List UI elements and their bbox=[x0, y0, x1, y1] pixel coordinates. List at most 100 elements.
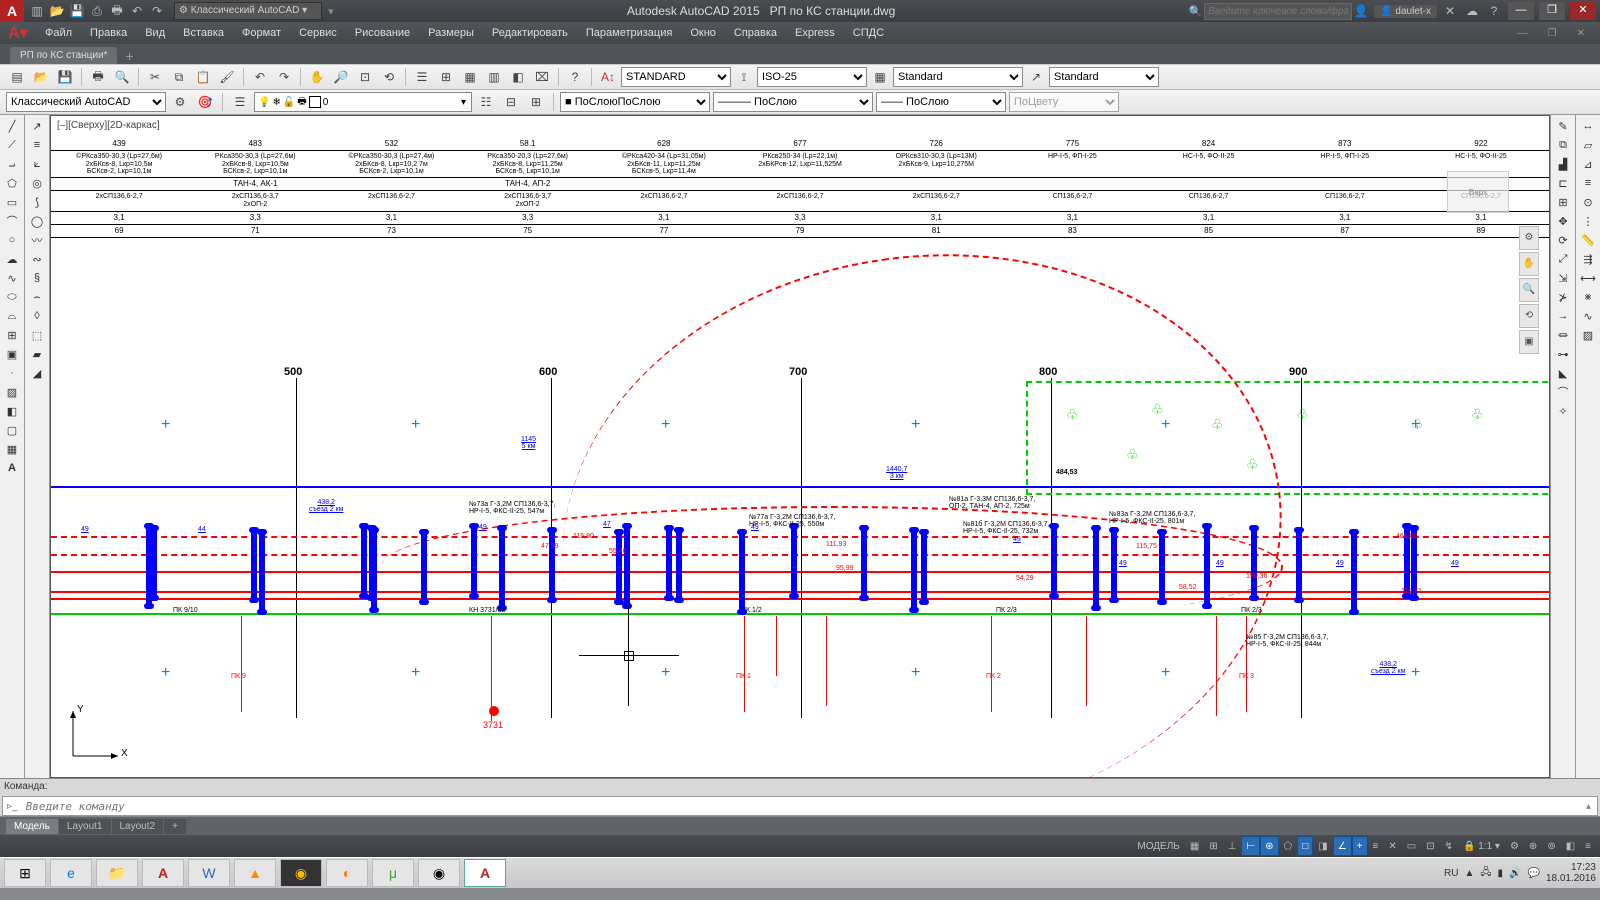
qat-plot-icon[interactable]: 🖶 bbox=[108, 2, 126, 20]
layer-iso-icon[interactable]: ⊟ bbox=[500, 91, 522, 113]
infer-icon[interactable]: ⊥ bbox=[1223, 836, 1242, 856]
layout-tab-1[interactable]: Layout1 bbox=[59, 819, 111, 834]
dimstyle-select[interactable]: ISO-25 bbox=[757, 67, 867, 87]
3dpoly-icon[interactable]: ⟀ bbox=[27, 155, 47, 173]
measure-icon[interactable]: 📏 bbox=[1578, 231, 1598, 249]
zoom-prev-icon[interactable]: ⟲ bbox=[378, 66, 400, 88]
cloud-icon[interactable]: ☁ bbox=[1463, 2, 1481, 20]
area-icon[interactable]: ▱ bbox=[1578, 136, 1598, 154]
point-icon[interactable]: · bbox=[2, 364, 22, 382]
helix-icon[interactable]: § bbox=[27, 269, 47, 287]
taskbar-app-icon[interactable]: ▲ bbox=[234, 859, 276, 887]
dimstyle-icon[interactable]: ⟟ bbox=[733, 66, 755, 88]
layer-select[interactable]: 💡 ❄ 🔓 🖶 0 ▾ bbox=[254, 92, 472, 112]
gradient-icon[interactable]: ◧ bbox=[2, 402, 22, 420]
join-icon[interactable]: ⊶ bbox=[1553, 345, 1573, 363]
zoom-rt-icon[interactable]: 🔎 bbox=[330, 66, 352, 88]
date[interactable]: 18.01.2016 bbox=[1546, 873, 1596, 884]
lwt-icon[interactable]: ≡ bbox=[1368, 836, 1384, 856]
hatchedit-icon[interactable]: ▨ bbox=[1578, 326, 1598, 344]
maximize-button[interactable]: ❐ bbox=[1539, 2, 1565, 20]
hw-icon[interactable]: ⊚ bbox=[1542, 836, 1560, 856]
layout-add-button[interactable]: + bbox=[164, 819, 186, 834]
massprop-icon[interactable]: ⊿ bbox=[1578, 155, 1598, 173]
region-icon[interactable]: ▢ bbox=[2, 421, 22, 439]
tpy-icon[interactable]: ✕ bbox=[1383, 836, 1401, 856]
new-icon[interactable]: ▤ bbox=[6, 66, 28, 88]
anno-scale[interactable]: 🔒 1:1 ▾ bbox=[1458, 836, 1505, 856]
cust-icon[interactable]: ≡ bbox=[1580, 836, 1596, 856]
arc-icon[interactable]: ⌒ bbox=[2, 212, 22, 230]
block-icon[interactable]: ▣ bbox=[2, 345, 22, 363]
preview-icon[interactable]: 🔍 bbox=[111, 66, 133, 88]
plotstyle-select[interactable]: ПоЦвету bbox=[1009, 92, 1119, 112]
textstyle-select[interactable]: STANDARD bbox=[621, 67, 731, 87]
tablestyle-icon[interactable]: ▦ bbox=[869, 66, 891, 88]
trim-icon[interactable]: ⊁ bbox=[1553, 288, 1573, 306]
doc-close-icon[interactable]: ✕ bbox=[1568, 28, 1594, 39]
new-tab-button[interactable]: + bbox=[119, 48, 139, 64]
mtext-icon[interactable]: A bbox=[2, 459, 22, 477]
pan-icon[interactable]: ✋ bbox=[306, 66, 328, 88]
qat-undo-icon[interactable]: ↶ bbox=[128, 2, 146, 20]
menu-draw[interactable]: Рисование bbox=[346, 27, 419, 39]
sc-icon[interactable]: ⊡ bbox=[1421, 836, 1439, 856]
nav-orbit-icon[interactable]: ⟲ bbox=[1519, 304, 1539, 328]
spline-icon[interactable]: ∿ bbox=[2, 269, 22, 287]
taskbar-utorrent-icon[interactable]: μ bbox=[372, 859, 414, 887]
taskbar-explorer-icon[interactable]: 📁 bbox=[96, 859, 138, 887]
ortho-icon[interactable]: ⊢ bbox=[1241, 836, 1260, 856]
pline-icon[interactable]: ⨼ bbox=[2, 155, 22, 173]
chamfer-icon[interactable]: ◣ bbox=[1553, 364, 1573, 382]
taskbar-app3-icon[interactable]: ◐ bbox=[326, 859, 368, 887]
align-icon[interactable]: ⇶ bbox=[1578, 250, 1598, 268]
rectangle-icon[interactable]: ▭ bbox=[2, 193, 22, 211]
solid-icon[interactable]: ▰ bbox=[27, 345, 47, 363]
help-toolbar-icon[interactable]: ? bbox=[564, 66, 586, 88]
id-icon[interactable]: ⊙ bbox=[1578, 193, 1598, 211]
toolpal-icon[interactable]: ▦ bbox=[459, 66, 481, 88]
3dosnap-icon[interactable]: ◨ bbox=[1313, 836, 1332, 856]
qat-redo-icon[interactable]: ↷ bbox=[148, 2, 166, 20]
menu-spds[interactable]: СПДС bbox=[844, 27, 893, 39]
taskbar-acad-active-icon[interactable]: A bbox=[464, 859, 506, 887]
pedit-icon[interactable]: ⨳ bbox=[1578, 288, 1598, 306]
mleaderstyle-select[interactable]: Standard bbox=[1049, 67, 1159, 87]
scale-icon[interactable]: ⤢ bbox=[1553, 250, 1573, 268]
nav-showmotion-icon[interactable]: ▣ bbox=[1519, 330, 1539, 354]
user-badge[interactable]: 👤 daulet-x bbox=[1374, 5, 1437, 18]
fillet-icon[interactable]: ⌒ bbox=[1553, 383, 1573, 401]
drawing-canvas[interactable]: [–][Сверху][2D-каркас] 43948353258.16286… bbox=[50, 115, 1550, 778]
help-icon[interactable]: ? bbox=[1485, 2, 1503, 20]
doc-max-icon[interactable]: ❐ bbox=[1539, 28, 1566, 39]
tray-action-icon[interactable]: 💬 bbox=[1527, 868, 1539, 879]
menu-modify[interactable]: Редактировать bbox=[483, 27, 577, 39]
lineweight-select[interactable]: —— ПоСлою bbox=[876, 92, 1006, 112]
polygon-icon[interactable]: ⬠ bbox=[2, 174, 22, 192]
mirror-icon[interactable]: ▟ bbox=[1553, 155, 1573, 173]
lengthen-icon[interactable]: ⟷ bbox=[1578, 269, 1598, 287]
document-tab[interactable]: РП по КС станции* bbox=[10, 47, 117, 64]
hatch-icon[interactable]: ▨ bbox=[2, 383, 22, 401]
paste-icon[interactable]: 📋 bbox=[192, 66, 214, 88]
splinedit-icon[interactable]: ∿ bbox=[1578, 307, 1598, 325]
menu-view[interactable]: Вид bbox=[136, 27, 174, 39]
tray-battery-icon[interactable]: ▮ bbox=[1498, 868, 1504, 879]
tray-net-icon[interactable]: 🖧 bbox=[1480, 865, 1491, 882]
annomon-icon[interactable]: ⊕ bbox=[1524, 836, 1542, 856]
taskbar-word-icon[interactable]: W bbox=[188, 859, 230, 887]
3dface-icon[interactable]: ◢ bbox=[27, 364, 47, 382]
redo-icon[interactable]: ↷ bbox=[273, 66, 295, 88]
exchange-icon[interactable]: ✕ bbox=[1441, 2, 1459, 20]
viewport-label[interactable]: [–][Сверху][2D-каркас] bbox=[57, 120, 160, 131]
command-input[interactable] bbox=[22, 800, 1580, 813]
undo-icon[interactable]: ↶ bbox=[249, 66, 271, 88]
array-icon[interactable]: ⊞ bbox=[1553, 193, 1573, 211]
zoom-win-icon[interactable]: ⊡ bbox=[354, 66, 376, 88]
app-logo[interactable]: A bbox=[0, 0, 24, 22]
start-button[interactable]: ⊞ bbox=[4, 859, 46, 887]
markup-icon[interactable]: ◧ bbox=[507, 66, 529, 88]
mline-icon[interactable]: ≡ bbox=[27, 136, 47, 154]
rotate-icon[interactable]: ⟳ bbox=[1553, 231, 1573, 249]
sheetset-icon[interactable]: ▥ bbox=[483, 66, 505, 88]
